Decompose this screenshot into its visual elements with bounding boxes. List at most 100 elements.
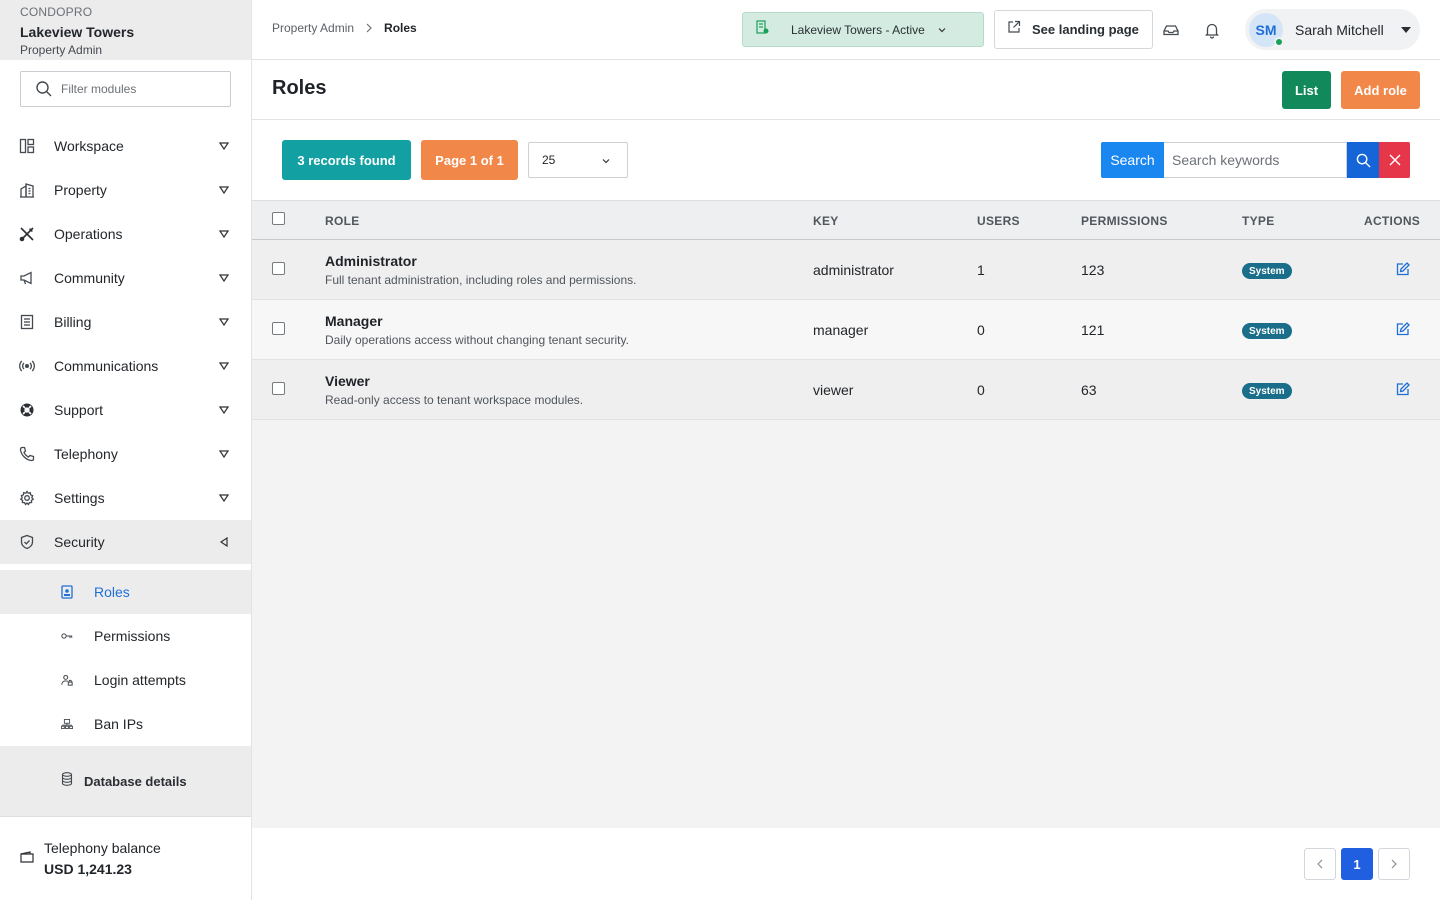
column-header-key[interactable]: KEY (813, 214, 839, 228)
sidebar-subitem-roles[interactable]: Roles (0, 570, 251, 614)
phone-icon (19, 446, 35, 462)
breadcrumb-property-admin[interactable]: Property Admin (272, 21, 354, 35)
table-header: ROLE KEY USERS PERMISSIONS TYPE ACTIONS (252, 200, 1440, 240)
page-button-current[interactable]: 1 (1341, 848, 1373, 880)
close-icon (1389, 154, 1400, 166)
per-page-value: 25 (542, 153, 556, 167)
sidebar-item-label: Property (54, 182, 107, 198)
sidebar-item-billing[interactable]: Billing (0, 300, 251, 344)
column-header-type[interactable]: TYPE (1242, 214, 1275, 228)
search-button[interactable] (1347, 142, 1379, 178)
bell-icon[interactable] (1203, 21, 1221, 39)
sidebar-item-label: Telephony (54, 446, 118, 462)
column-header-users[interactable]: USERS (977, 214, 1020, 228)
filter-modules-input[interactable] (61, 82, 221, 96)
list-button[interactable]: List (1282, 71, 1331, 109)
row-checkbox[interactable] (272, 382, 285, 395)
edit-icon[interactable] (1396, 322, 1410, 336)
sidebar-item-security[interactable]: Security (0, 520, 251, 564)
key-icon (61, 629, 73, 643)
sidebar-item-label: Settings (54, 490, 105, 506)
sidebar-item-workspace[interactable]: Workspace (0, 124, 251, 168)
edit-icon[interactable] (1396, 262, 1410, 276)
caret-down-icon (219, 450, 229, 459)
database-details-link[interactable]: Database details (0, 746, 251, 817)
clear-search-button[interactable] (1379, 142, 1410, 178)
wallet-icon (20, 850, 34, 868)
sidebar-item-label: Community (54, 270, 125, 286)
telephony-balance: Telephony balance USD 1,241.23 (0, 818, 251, 900)
row-checkbox[interactable] (272, 262, 285, 275)
role-permissions: 63 (1081, 382, 1097, 398)
caret-down-icon (219, 142, 229, 151)
search-field[interactable] (1164, 142, 1347, 178)
caret-down-icon (219, 274, 229, 283)
role-name: Viewer (325, 373, 370, 389)
caret-down-icon (219, 362, 229, 371)
add-role-button[interactable]: Add role (1341, 71, 1420, 109)
sidebar-item-community[interactable]: Community (0, 256, 251, 300)
column-header-role[interactable]: ROLE (325, 214, 360, 228)
see-landing-page-label: See landing page (1032, 22, 1139, 37)
table-row: Administrator Full tenant administration… (252, 240, 1440, 300)
edit-icon[interactable] (1396, 382, 1410, 396)
page-header: Roles List Add role (252, 60, 1440, 120)
user-menu[interactable]: SM Sarah Mitchell (1245, 9, 1420, 50)
sidebar-item-label: Billing (54, 314, 92, 330)
column-header-permissions[interactable]: PERMISSIONS (1081, 214, 1168, 228)
security-submenu: Roles Permissions Login attempts Ban IPs (0, 564, 251, 746)
breadcrumb: Property Admin Roles (272, 21, 417, 35)
user-role: Property Admin (20, 43, 103, 57)
search-input[interactable] (1172, 152, 1342, 168)
sidebar-item-label: Operations (54, 226, 123, 242)
sidebar-item-operations[interactable]: Operations (0, 212, 251, 256)
avatar-initials: SM (1255, 21, 1277, 38)
tenant-selector[interactable]: Lakeview Towers - Active (742, 12, 984, 47)
per-page-select[interactable]: 25 (528, 142, 628, 178)
tenant-selector-label: Lakeview Towers - Active (791, 22, 925, 37)
type-badge: System (1242, 323, 1292, 339)
sidebar-subitem-ban-ips[interactable]: Ban IPs (0, 702, 251, 746)
next-page-button[interactable] (1378, 848, 1410, 880)
list-toolbar: 3 records found Page 1 of 1 25 Search (252, 120, 1440, 200)
chevron-right-icon (366, 23, 372, 33)
sidebar-item-communications[interactable]: Communications (0, 344, 251, 388)
chevron-left-icon (1317, 859, 1323, 869)
sidebar-subitem-label: Login attempts (94, 672, 186, 688)
inbox-icon[interactable] (1162, 21, 1180, 39)
database-icon (61, 771, 73, 791)
role-description: Daily operations access without changing… (325, 333, 629, 347)
role-permissions: 121 (1081, 322, 1105, 338)
previous-page-button[interactable] (1304, 848, 1336, 880)
filter-modules-field[interactable] (20, 71, 231, 107)
caret-down-icon (219, 494, 229, 503)
online-status-dot (1274, 36, 1284, 47)
caret-down-icon (219, 186, 229, 195)
org-name: CONDOPRO (20, 5, 93, 19)
search-label: Search (1101, 142, 1164, 178)
sidebar-subitem-label: Permissions (94, 628, 171, 644)
sidebar-item-telephony[interactable]: Telephony (0, 432, 251, 476)
caret-left-icon (219, 537, 228, 547)
sidebar-subitem-label: Roles (94, 584, 130, 600)
role-key: administrator (813, 262, 894, 278)
see-landing-page-button[interactable]: See landing page (994, 10, 1153, 49)
top-bar: Property Admin Roles Lakeview Towers - A… (252, 0, 1440, 60)
select-all-checkbox[interactable] (272, 212, 285, 225)
lifebuoy-icon (19, 402, 35, 418)
row-checkbox[interactable] (272, 322, 285, 335)
sidebar-subitem-permissions[interactable]: Permissions (0, 614, 251, 658)
sidebar-item-settings[interactable]: Settings (0, 476, 251, 520)
sidebar-item-support[interactable]: Support (0, 388, 251, 432)
role-users: 1 (977, 262, 985, 278)
receipt-icon (19, 314, 35, 330)
sidebar-subitem-login-attempts[interactable]: Login attempts (0, 658, 251, 702)
workspace-icon (19, 138, 35, 154)
balance-value: USD 1,241.23 (44, 861, 132, 877)
sidebar-item-label: Security (54, 534, 105, 550)
sidebar: CONDOPRO Lakeview Towers Property Admin … (0, 0, 252, 900)
type-badge: System (1242, 383, 1292, 399)
shield-icon (19, 534, 35, 550)
page-indicator-badge: Page 1 of 1 (421, 140, 518, 180)
sidebar-item-property[interactable]: Property (0, 168, 251, 212)
